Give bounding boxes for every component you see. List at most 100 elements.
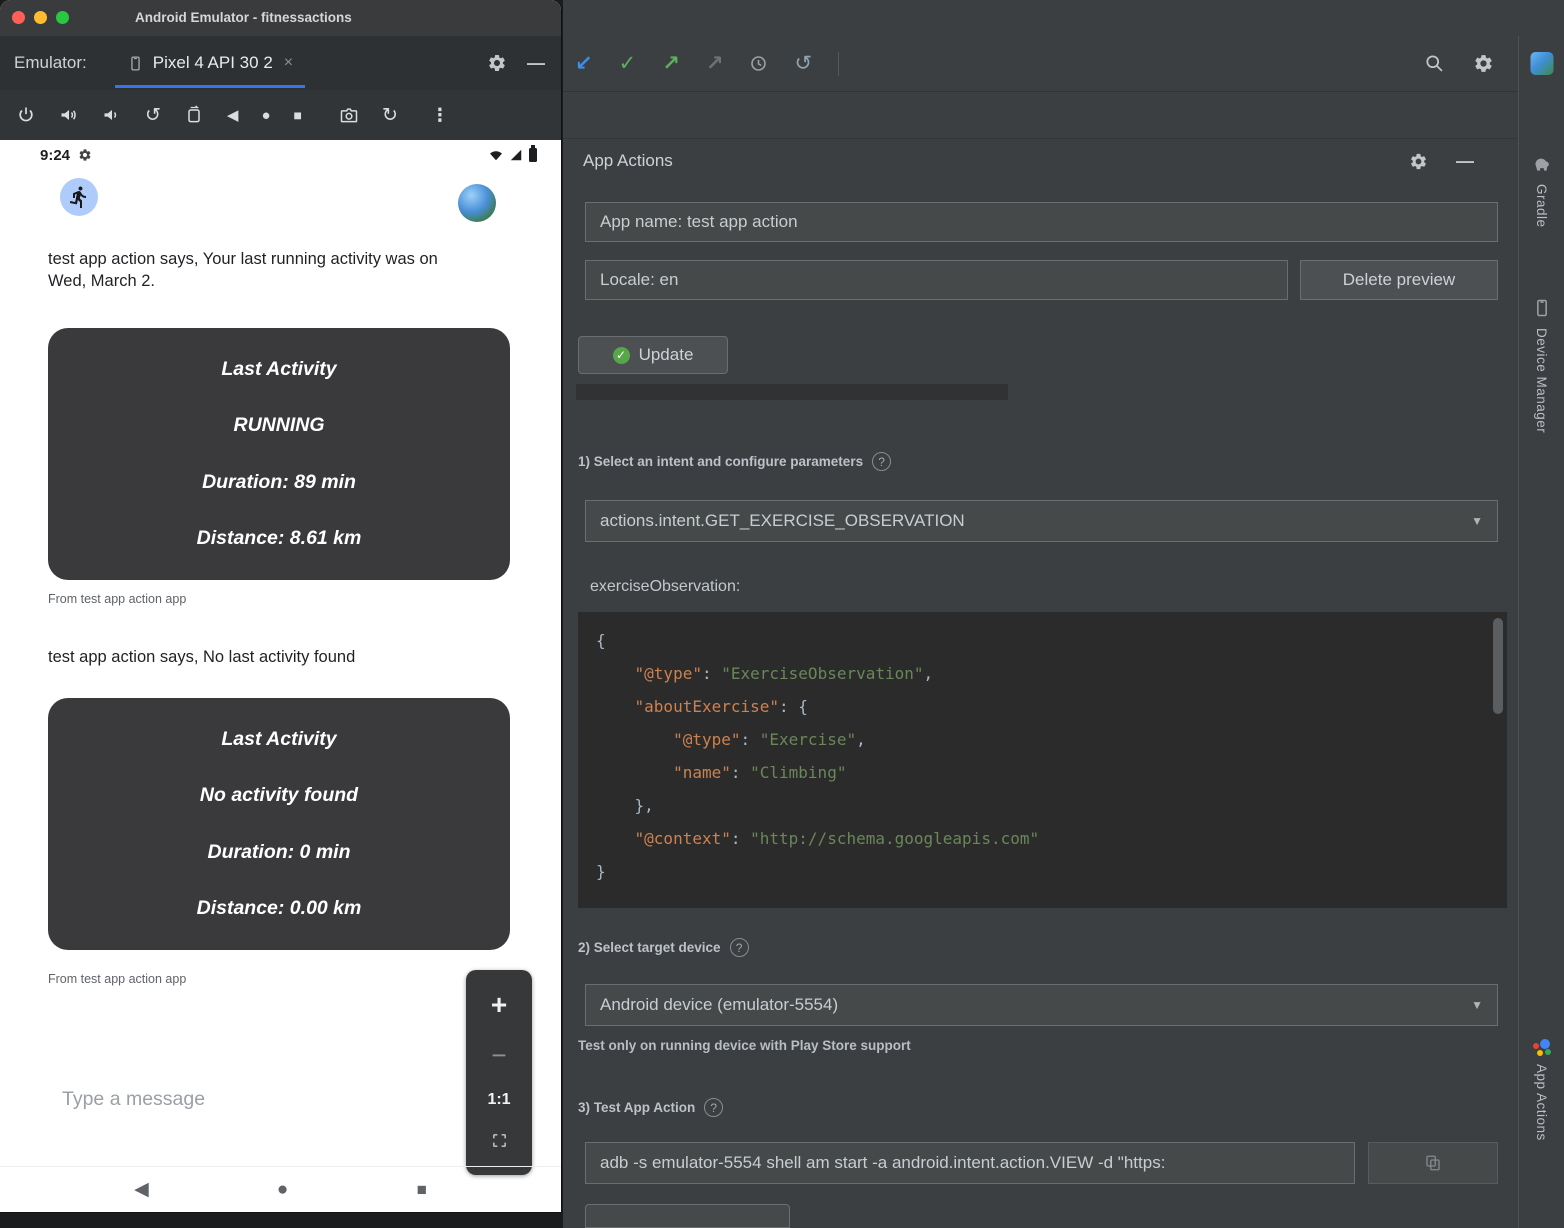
zoom-ratio-button[interactable]: 1:1: [487, 1091, 510, 1109]
power-icon[interactable]: [16, 105, 36, 125]
zoom-fit-icon[interactable]: [491, 1132, 508, 1154]
status-time: 9:24: [40, 147, 70, 164]
android-studio: ↙ ✓ ↗ ↗ ↺ App Actions — App name: test a…: [563, 0, 1564, 1228]
tool-window-device-manager[interactable]: Device Manager: [1534, 328, 1549, 433]
status-gear-icon: [78, 148, 92, 167]
minimize-window-button[interactable]: [34, 11, 47, 24]
profile-avatar-icon[interactable]: [1530, 52, 1553, 75]
tool-window-gradle[interactable]: Gradle: [1534, 184, 1549, 228]
section-2-help-icon[interactable]: ?: [730, 938, 749, 957]
assistant-run-avatar: [60, 178, 98, 216]
code-lines: { "@type": "ExerciseObservation", "about…: [578, 612, 1507, 888]
settings-gear-icon[interactable]: [1473, 53, 1494, 74]
card2-caption: From test app action app: [48, 972, 186, 986]
emulator-tabbar: Emulator: Pixel 4 API 30 2 × —: [0, 36, 561, 90]
device-manager-phone-icon[interactable]: [1532, 298, 1552, 323]
device-phone-icon: [127, 55, 144, 72]
run-to-cursor-icon[interactable]: ↗: [706, 53, 724, 74]
section-1-help-icon[interactable]: ?: [872, 452, 891, 471]
section-1-label: 1) Select an intent and configure parame…: [578, 452, 891, 471]
device-tab[interactable]: Pixel 4 API 30 2 ×: [115, 36, 305, 90]
section-1-text: 1) Select an intent and configure parame…: [578, 454, 863, 469]
battery-icon: [529, 148, 537, 162]
traffic-lights: [12, 11, 69, 24]
more-options-icon[interactable]: ⋮: [431, 106, 449, 124]
device-dropdown-arrow-icon: ▼: [1471, 998, 1483, 1012]
update-label: Update: [639, 345, 694, 365]
search-icon[interactable]: [1424, 53, 1445, 74]
partial-bottom-button[interactable]: [585, 1204, 790, 1228]
activity-card-2: Last Activity No activity found Duration…: [48, 698, 510, 950]
param-label: exerciseObservation:: [590, 578, 740, 596]
copy-command-button[interactable]: [1368, 1142, 1498, 1184]
volume-up-icon[interactable]: [59, 105, 79, 125]
section-3-label: 3) Test App Action ?: [578, 1098, 723, 1117]
intent-dropdown-arrow-icon: ▼: [1471, 514, 1483, 528]
close-window-button[interactable]: [12, 11, 25, 24]
app-actions-panel-header: App Actions —: [563, 138, 1518, 184]
screenshot-camera-icon[interactable]: [339, 105, 359, 125]
card1-duration: Duration: 89 min: [48, 471, 510, 494]
overview-icon[interactable]: ■: [294, 108, 302, 122]
undo-icon[interactable]: ↺: [794, 53, 812, 74]
zoom-controls: + − 1:1: [466, 970, 532, 1175]
close-tab-icon[interactable]: ×: [284, 54, 293, 72]
android-navbar: ◀ ● ■: [0, 1166, 561, 1212]
volume-down-icon[interactable]: [102, 105, 122, 125]
phone-screen: 9:24 test app action says, Your last run…: [0, 140, 561, 1212]
nav-back-icon[interactable]: ◀: [134, 1180, 149, 1199]
card2-distance: Distance: 0.00 km: [48, 897, 510, 920]
gradle-elephant-icon[interactable]: [1532, 154, 1552, 179]
card1-distance: Distance: 8.61 km: [48, 527, 510, 550]
home-icon[interactable]: ●: [261, 108, 270, 123]
section-3-help-icon[interactable]: ?: [704, 1098, 723, 1117]
emulator-minimize-icon[interactable]: —: [527, 53, 545, 74]
message-input[interactable]: Type a message: [62, 1088, 205, 1111]
panel-gear-icon[interactable]: [1409, 152, 1428, 171]
card1-title: Last Activity: [48, 358, 510, 381]
emulator-label: Emulator:: [14, 53, 87, 73]
status-icons: [489, 148, 537, 162]
update-check-icon: ✓: [613, 347, 630, 364]
back-icon[interactable]: ◀: [227, 108, 239, 123]
assistant-message-2: test app action says, No last activity f…: [48, 646, 476, 668]
update-button[interactable]: ✓ Update: [578, 336, 728, 374]
tool-window-app-actions[interactable]: App Actions: [1534, 1064, 1549, 1141]
rotate-right-icon[interactable]: [184, 105, 204, 125]
rotate-left-icon[interactable]: ↺: [145, 106, 161, 125]
emulator-settings-gear-icon[interactable]: [487, 53, 507, 73]
locale-field[interactable]: Locale: en: [585, 260, 1288, 300]
section-3-text: 3) Test App Action: [578, 1100, 695, 1115]
card2-activity: No activity found: [48, 784, 510, 807]
app-name-field[interactable]: App name: test app action: [585, 202, 1498, 242]
panel-minimize-icon[interactable]: —: [1456, 151, 1474, 172]
emulator-controls: ↺ ◀ ● ■ ↻ ⋮: [0, 90, 561, 140]
snapshot-icon[interactable]: ↻: [382, 106, 398, 125]
code-editor[interactable]: { "@type": "ExerciseObservation", "about…: [578, 612, 1507, 908]
run-check-icon[interactable]: ✓: [619, 53, 637, 74]
window-title: Android Emulator - fitnessactions: [135, 0, 352, 36]
intent-dropdown[interactable]: actions.intent.GET_EXERCISE_OBSERVATION …: [585, 500, 1498, 542]
macos-titlebar: Android Emulator - fitnessactions: [0, 0, 561, 36]
step-out-icon[interactable]: ↗: [662, 53, 680, 74]
adb-command-field[interactable]: adb -s emulator-5554 shell am start -a a…: [585, 1142, 1355, 1184]
emulator-window: Android Emulator - fitnessactions Emulat…: [0, 0, 561, 1212]
zoom-in-button[interactable]: +: [491, 991, 507, 1019]
copy-icon: [1424, 1154, 1442, 1172]
history-clock-icon[interactable]: [749, 54, 768, 73]
running-person-icon: [67, 185, 91, 209]
nav-overview-icon[interactable]: ■: [417, 1181, 427, 1198]
code-scrollbar-thumb[interactable]: [1493, 618, 1503, 714]
device-dropdown[interactable]: Android device (emulator-5554) ▼: [585, 984, 1498, 1026]
app-actions-dots-icon[interactable]: [1531, 1036, 1553, 1058]
card1-activity: RUNNING: [48, 414, 510, 437]
zoom-out-button[interactable]: −: [491, 1042, 506, 1068]
nav-home-icon[interactable]: ●: [277, 1180, 288, 1199]
step-into-icon[interactable]: ↙: [575, 53, 593, 74]
intent-dropdown-value: actions.intent.GET_EXERCISE_OBSERVATION: [600, 511, 965, 531]
zoom-window-button[interactable]: [56, 11, 69, 24]
studio-toolbar: ↙ ✓ ↗ ↗ ↺: [563, 36, 1564, 92]
device-dropdown-value: Android device (emulator-5554): [600, 995, 838, 1015]
tool-window-strip: Gradle Device Manager App Actions: [1518, 36, 1564, 1228]
delete-preview-button[interactable]: Delete preview: [1300, 260, 1498, 300]
